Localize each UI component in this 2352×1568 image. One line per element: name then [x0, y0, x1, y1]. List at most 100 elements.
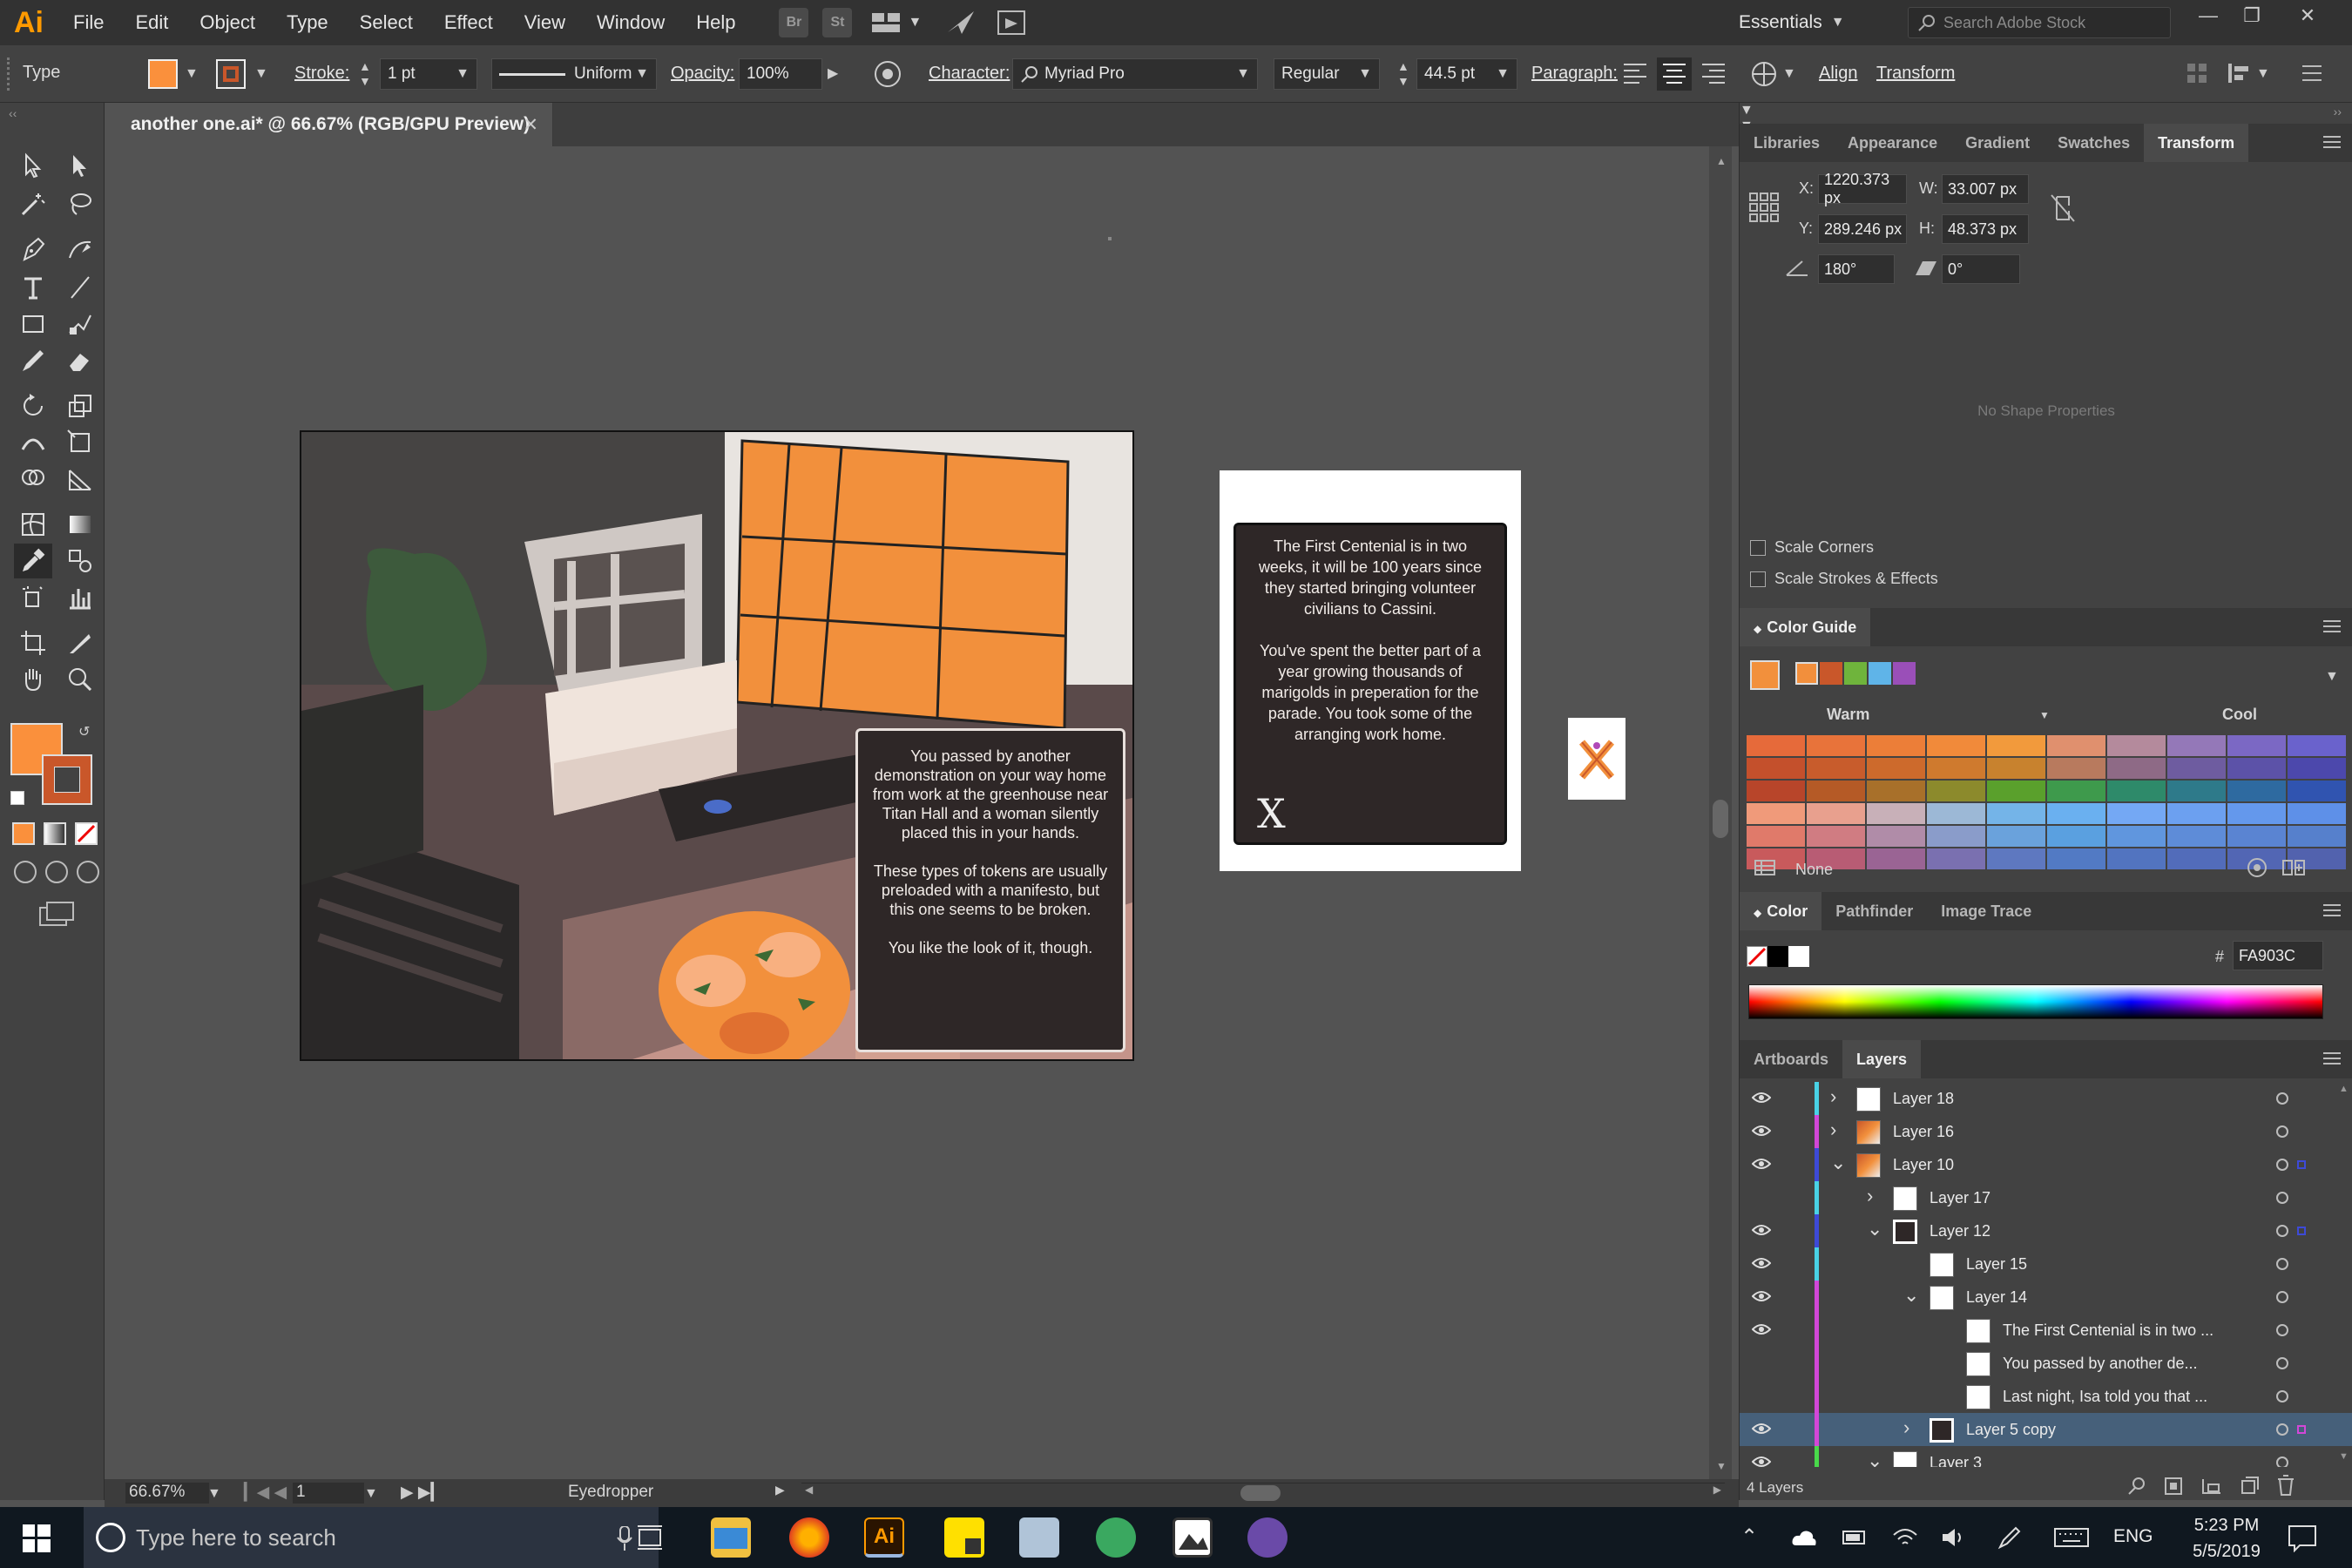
visibility-eye-icon[interactable]	[1752, 1223, 1771, 1237]
base-color-swatch[interactable]	[1750, 660, 1780, 690]
color-guide-swatch[interactable]	[1927, 735, 1985, 756]
stock-icon[interactable]: St	[822, 8, 853, 37]
rotate-field[interactable]: 180°	[1818, 254, 1895, 284]
visibility-eye-icon[interactable]	[1752, 1091, 1771, 1105]
photos-icon[interactable]	[1173, 1517, 1213, 1558]
arrange-icon[interactable]	[2227, 61, 2251, 85]
gradient-tool-icon[interactable]	[61, 507, 99, 542]
windows-start-icon[interactable]	[23, 1524, 51, 1552]
draw-normal-icon[interactable]	[14, 861, 37, 883]
color-guide-swatch[interactable]	[2167, 758, 2226, 779]
tab-image-trace[interactable]: Image Trace	[1927, 892, 2045, 930]
layer-row[interactable]: Layer 15	[1740, 1247, 2352, 1281]
color-guide-swatch[interactable]	[2107, 803, 2166, 824]
layer-target-icon[interactable]	[2276, 1192, 2288, 1204]
fill-swatch[interactable]	[148, 59, 178, 89]
color-guide-swatch[interactable]	[1807, 803, 1865, 824]
color-guide-swatch[interactable]	[2107, 848, 2166, 869]
tab-libraries[interactable]: Libraries	[1740, 124, 1834, 162]
color-guide-swatch[interactable]	[2167, 848, 2226, 869]
color-guide-swatch[interactable]	[2288, 735, 2346, 756]
collapse-panel-icon[interactable]: ‹‹	[9, 106, 17, 120]
edit-colors-icon[interactable]	[2247, 857, 2268, 878]
chevron-right-icon[interactable]: ›	[1903, 1416, 1909, 1439]
panel-menu-icon[interactable]	[2323, 904, 2341, 916]
status-menu-icon[interactable]: ▶	[775, 1483, 785, 1497]
color-guide-swatch[interactable]	[1927, 848, 1985, 869]
harmony-swatch[interactable]	[1820, 662, 1842, 685]
zoom-level-field[interactable]: 66.67%	[125, 1483, 209, 1504]
chevron-down-icon[interactable]: ⌄	[1867, 1218, 1882, 1240]
line-segment-tool-icon[interactable]	[61, 270, 99, 305]
minimize-button[interactable]: —	[2186, 0, 2230, 31]
shape-builder-tool-icon[interactable]	[14, 462, 52, 497]
locate-object-icon[interactable]	[2126, 1476, 2147, 1497]
sticky-notes-icon[interactable]	[944, 1517, 984, 1558]
color-guide-swatch[interactable]	[1927, 781, 1985, 801]
reference-point-icon[interactable]	[1748, 192, 1780, 223]
paragraph-label[interactable]: Paragraph:	[1531, 64, 1618, 84]
onedrive-icon[interactable]	[1791, 1528, 1817, 1547]
eyedropper-tool-icon[interactable]	[14, 544, 52, 578]
artboard-2[interactable]: The First Centenial is in two weeks, it …	[1220, 470, 1521, 871]
color-guide-swatch[interactable]	[2288, 803, 2346, 824]
opacity-arrow-icon[interactable]: ▶	[828, 64, 838, 82]
color-guide-swatch[interactable]	[1747, 735, 1805, 756]
height-field[interactable]: 48.373 px	[1942, 214, 2029, 244]
isolate-icon[interactable]	[2185, 61, 2209, 85]
color-guide-swatch[interactable]	[2167, 781, 2226, 801]
font-family-select[interactable]: Myriad Pro ▼	[1012, 58, 1258, 90]
visibility-eye-icon[interactable]	[1752, 1322, 1771, 1336]
color-guide-swatch[interactable]	[2107, 781, 2166, 801]
chevron-right-icon[interactable]: ›	[1830, 1119, 1836, 1141]
arrange-documents-icon[interactable]: ▼	[871, 11, 922, 34]
restore-button[interactable]: ❐	[2230, 0, 2274, 31]
x-field[interactable]: 1220.373 px	[1818, 171, 1907, 206]
vertical-scroll-thumb[interactable]	[1713, 800, 1728, 838]
color-guide-swatch[interactable]	[1927, 803, 1985, 824]
align-link[interactable]: Align	[1819, 64, 1857, 84]
recolor-options-icon[interactable]	[1749, 59, 1779, 89]
create-sublayer-icon[interactable]	[2200, 1476, 2222, 1497]
layer-name[interactable]: Layer 17	[1930, 1189, 1990, 1207]
close-window-button[interactable]: ✕	[2286, 0, 2329, 31]
none-color-icon[interactable]	[1747, 946, 1767, 967]
color-guide-swatch[interactable]	[2107, 826, 2166, 847]
menu-object[interactable]: Object	[184, 0, 271, 45]
color-guide-swatch[interactable]	[2047, 781, 2105, 801]
tab-pathfinder[interactable]: Pathfinder	[1821, 892, 1927, 930]
chevron-right-icon[interactable]: ›	[1830, 1085, 1836, 1108]
color-guide-grid[interactable]	[1747, 735, 2346, 871]
touch-keyboard-icon[interactable]	[2054, 1528, 2089, 1547]
mesh-tool-icon[interactable]	[14, 507, 52, 542]
layers-scroll-up-icon[interactable]: ▲	[2339, 1084, 2349, 1094]
selection-tool-icon[interactable]	[14, 148, 52, 183]
battery-icon[interactable]	[1842, 1526, 1868, 1549]
color-guide-swatch[interactable]	[2288, 781, 2346, 801]
lasso-tool-icon[interactable]	[61, 186, 99, 221]
layer-row[interactable]: › Layer 17	[1740, 1181, 2352, 1214]
color-guide-swatch[interactable]	[1807, 758, 1865, 779]
layer-row[interactable]: ⌄ Layer 10	[1740, 1148, 2352, 1181]
bridge-icon[interactable]: Br	[779, 8, 809, 37]
scale-corners-checkbox[interactable]	[1750, 540, 1766, 556]
magic-wand-tool-icon[interactable]	[14, 186, 52, 221]
input-language[interactable]: ENG	[2113, 1526, 2153, 1547]
color-guide-swatch[interactable]	[1987, 803, 2045, 824]
shear-field[interactable]: 0°	[1942, 254, 2020, 284]
layer-name[interactable]: Layer 12	[1930, 1222, 1990, 1240]
scale-tool-icon[interactable]	[61, 389, 99, 423]
rotate-tool-icon[interactable]	[14, 389, 52, 423]
tab-appearance[interactable]: Appearance	[1834, 124, 1951, 162]
type-tool-icon[interactable]	[14, 270, 52, 305]
black-color-swatch[interactable]	[1767, 946, 1788, 967]
stroke-weight-field[interactable]: 1 pt ▼	[380, 58, 477, 90]
constrain-proportions-icon[interactable]	[2050, 193, 2076, 223]
font-size-field[interactable]: 44.5 pt ▼	[1416, 58, 1517, 90]
color-guide-swatch[interactable]	[1987, 848, 2045, 869]
color-guide-swatch[interactable]	[1867, 848, 1925, 869]
menu-select[interactable]: Select	[344, 0, 429, 45]
harmony-swatch[interactable]	[1869, 662, 1891, 685]
volume-icon[interactable]	[1941, 1526, 1967, 1549]
chevron-down-icon[interactable]: ⌄	[1830, 1152, 1846, 1174]
